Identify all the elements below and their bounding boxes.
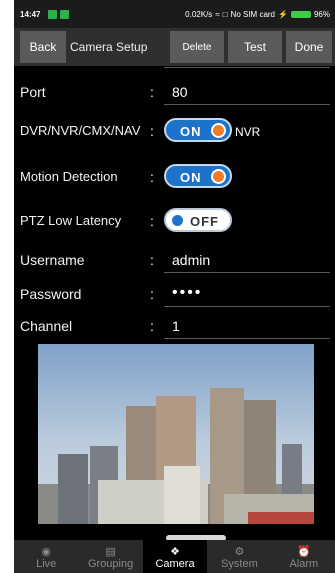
device-type-toggle[interactable]: ON xyxy=(164,118,232,142)
charging-icon: ⚡ xyxy=(278,10,288,19)
port-row: Port : 80 xyxy=(14,80,335,110)
motion-detection-label: Motion Detection xyxy=(20,169,118,184)
colon: : xyxy=(150,286,154,302)
test-button[interactable]: Test xyxy=(228,31,282,63)
colon: : xyxy=(150,123,154,139)
preview-building xyxy=(58,454,88,524)
grouping-icon: ▤ xyxy=(105,545,116,558)
colon: : xyxy=(150,318,154,334)
camera-icon: ❖ xyxy=(170,545,180,558)
toggle-knob xyxy=(170,213,185,228)
port-underline xyxy=(164,104,330,105)
preview-building xyxy=(164,466,200,524)
username-row: Username : admin xyxy=(14,248,335,278)
device-type-value: NVR xyxy=(235,125,261,139)
tab-label: Grouping xyxy=(87,558,134,570)
phone-screen: 14:47 0.02K/s ≈ □ No SIM card ⚡ 96% Back… xyxy=(14,0,335,573)
ptz-low-latency-row: PTZ Low Latency : OFF xyxy=(14,206,335,236)
tab-grouping[interactable]: ▤ Grouping xyxy=(78,540,142,573)
device-type-row: DVR/NVR/CMX/NAV : ON NVR xyxy=(14,116,335,146)
toggle-state: ON xyxy=(180,170,202,185)
toggle-state: OFF xyxy=(190,214,219,229)
channel-row: Channel : 1 xyxy=(14,314,335,344)
motion-detection-row: Motion Detection : ON xyxy=(14,162,335,192)
channel-underline xyxy=(164,338,330,339)
tab-label: Camera xyxy=(155,558,195,570)
status-right: 0.02K/s ≈ □ No SIM card ⚡ 96% xyxy=(185,10,330,19)
channel-field[interactable]: 1 xyxy=(172,318,180,334)
status-time: 14:47 xyxy=(20,10,41,19)
sim-status: No SIM card xyxy=(230,10,276,19)
device-type-label: DVR/NVR/CMX/NAV xyxy=(20,123,141,138)
sim-icon: □ xyxy=(222,10,228,19)
preview-roof xyxy=(248,512,314,524)
password-underline xyxy=(164,306,330,307)
toggle-knob xyxy=(211,169,226,184)
username-label: Username xyxy=(20,252,85,268)
system-icon: ⚙ xyxy=(234,545,245,558)
tab-camera[interactable]: ❖ Camera xyxy=(142,540,208,573)
delete-button[interactable]: Delete xyxy=(170,31,224,63)
ptz-low-latency-toggle[interactable]: OFF xyxy=(164,208,232,232)
tab-label: System xyxy=(221,558,258,570)
battery-icon xyxy=(290,11,311,18)
back-button[interactable]: Back xyxy=(20,31,66,63)
tab-system[interactable]: ⚙ System xyxy=(207,540,271,573)
field-underline xyxy=(164,67,330,68)
port-field[interactable]: 80 xyxy=(172,84,188,100)
password-row: Password : •••• xyxy=(14,282,335,312)
battery-level: 96% xyxy=(313,10,330,19)
ptz-low-latency-label: PTZ Low Latency xyxy=(20,213,122,228)
page-title: Camera Setup xyxy=(70,40,148,54)
app-notification-icon xyxy=(60,10,69,19)
tab-bar: ◉ Live ▤ Grouping ❖ Camera ⚙ System ⏰ Al… xyxy=(14,540,335,573)
username-field[interactable]: admin xyxy=(172,252,210,268)
toolbar: Back Camera Setup Delete Test Done xyxy=(14,28,335,66)
network-speed: 0.02K/s xyxy=(185,10,213,19)
tab-alarm[interactable]: ⏰ Alarm xyxy=(272,540,335,573)
alarm-icon: ⏰ xyxy=(296,545,311,558)
notification-icon xyxy=(48,10,57,19)
camera-preview[interactable] xyxy=(38,344,314,524)
motion-detection-toggle[interactable]: ON xyxy=(164,164,232,188)
username-underline xyxy=(164,272,330,273)
colon: : xyxy=(150,213,154,229)
channel-label: Channel xyxy=(20,318,73,334)
toggle-state: ON xyxy=(180,124,202,139)
tab-label: Live xyxy=(36,558,57,570)
live-icon: ◉ xyxy=(41,545,51,558)
wifi-icon: ≈ xyxy=(215,10,220,19)
toggle-knob xyxy=(211,123,226,138)
tab-label: Alarm xyxy=(289,558,319,570)
tab-live[interactable]: ◉ Live xyxy=(14,540,78,573)
done-button[interactable]: Done xyxy=(286,31,332,63)
colon: : xyxy=(150,169,154,185)
port-label: Port xyxy=(20,84,46,100)
colon: : xyxy=(150,252,154,268)
password-field[interactable]: •••• xyxy=(172,284,202,302)
password-label: Password xyxy=(20,286,82,302)
colon: : xyxy=(150,84,154,100)
